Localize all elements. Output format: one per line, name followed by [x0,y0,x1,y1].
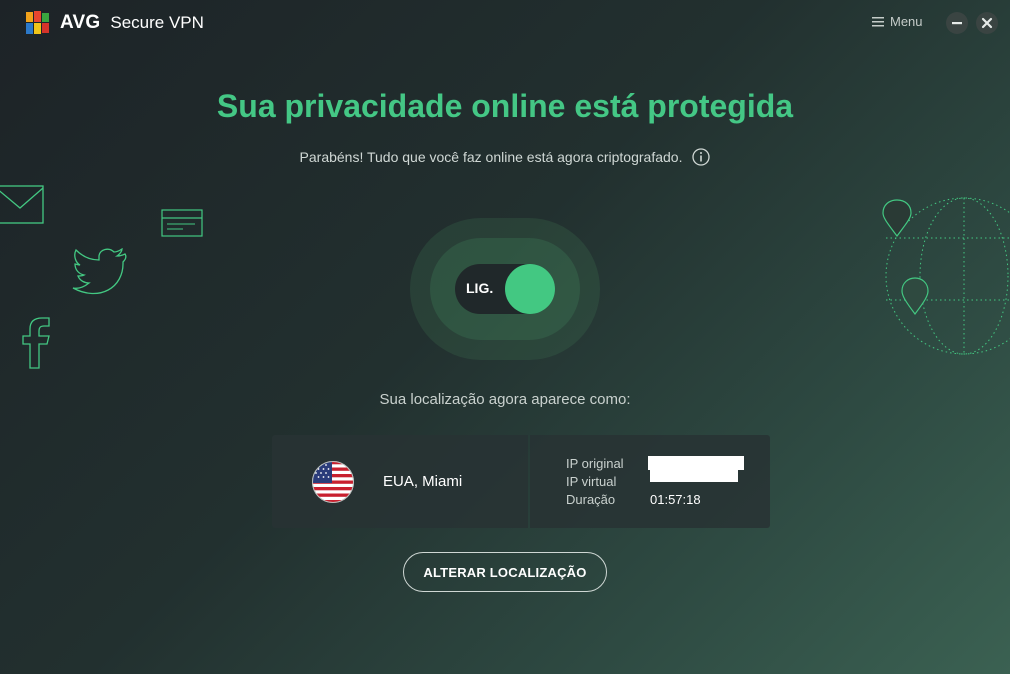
brand-name: AVG [60,12,101,33]
location-caption: Sua localização agora aparece como: [379,391,631,408]
title-bar: AVG Secure VPN Menu [0,0,1010,46]
hamburger-icon [872,16,884,26]
menu-button[interactable]: Menu [872,14,923,29]
status-subline: Parabéns! Tudo que você faz online está … [299,149,683,165]
minimize-icon [952,22,962,25]
twitter-icon [72,248,127,295]
duration-label: Duração [566,492,616,507]
avg-logo-icon [26,11,49,34]
close-button[interactable] [976,12,998,34]
status-subline-row: Parabéns! Tudo que você faz online está … [0,148,1010,166]
app-logo: AVG Secure VPN [24,10,204,36]
facebook-icon [22,317,50,369]
original-ip-label: IP original [566,456,624,471]
location-card[interactable]: EUA, Miami [272,435,528,528]
toggle-knob[interactable] [505,264,555,314]
connection-labels: IP original IP virtual Duração [566,455,624,509]
close-icon [981,17,993,29]
connection-details: IP original IP virtual Duração 01:57:18 [530,435,770,528]
product-name: Secure VPN [110,13,204,32]
us-flag-icon [312,461,354,503]
credit-card-icon [161,209,203,237]
envelope-icon [0,185,44,224]
menu-label: Menu [890,14,923,29]
change-location-button[interactable]: ALTERAR LOCALIZAÇÃO [403,552,607,592]
duration-value: 01:57:18 [650,492,701,507]
app-window: AVG Secure VPN Menu Sua privacidade onli… [0,0,1010,674]
status-headline: Sua privacidade online está protegida [216,88,794,124]
virtual-ip-label: IP virtual [566,474,617,489]
vpn-toggle[interactable]: LIG. [455,264,555,314]
location-name: EUA, Miami [383,473,463,490]
redaction-mask [650,468,738,482]
info-icon[interactable] [692,148,711,166]
toggle-state-label: LIG. [466,280,494,296]
globe-icon [882,197,1010,355]
minimize-button[interactable] [946,12,968,34]
